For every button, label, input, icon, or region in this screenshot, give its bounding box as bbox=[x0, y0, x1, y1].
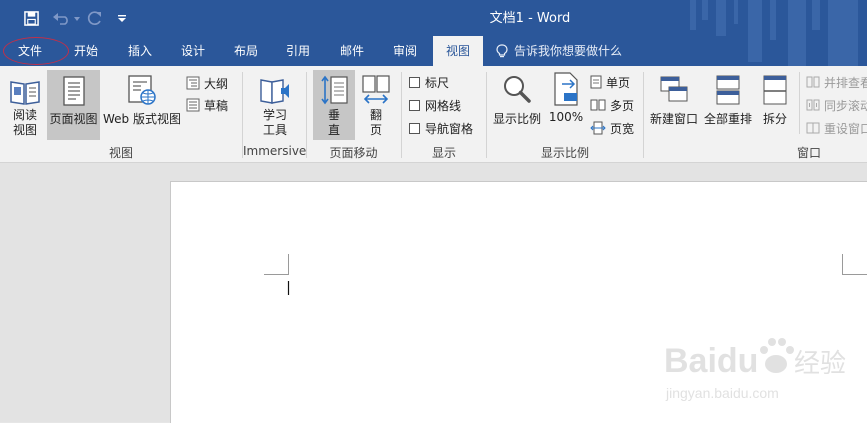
zoom-button[interactable]: 显示比例 bbox=[490, 70, 544, 127]
tab-home[interactable]: 开始 bbox=[64, 36, 108, 66]
vertical-label: 垂 直 bbox=[327, 108, 340, 137]
page-width-icon bbox=[590, 121, 606, 135]
side-to-side-label: 翻 页 bbox=[369, 108, 382, 137]
gridlines-checkbox[interactable]: 网格线 bbox=[409, 95, 461, 115]
sync-scroll-label: 同步滚动 bbox=[824, 98, 867, 113]
outline-button[interactable]: 大纲 bbox=[186, 73, 228, 93]
side-to-side-button[interactable]: 翻 页 bbox=[357, 70, 395, 138]
read-mode-label: 阅读 视图 bbox=[12, 108, 37, 137]
ruler-label: 标尺 bbox=[425, 75, 450, 90]
sync-scroll-button[interactable]: 同步滚动 bbox=[806, 95, 867, 115]
group-label-immersive: Immersive bbox=[243, 144, 307, 158]
draft-icon bbox=[186, 98, 200, 112]
tab-insert[interactable]: 插入 bbox=[118, 36, 162, 66]
vertical-button[interactable]: 垂 直 bbox=[313, 70, 355, 140]
tab-review[interactable]: 审阅 bbox=[383, 36, 427, 66]
arrange-all-label: 全部重排 bbox=[703, 112, 752, 126]
print-layout-button[interactable]: 页面视图 bbox=[47, 70, 100, 140]
document-page[interactable] bbox=[170, 181, 867, 423]
group-label-zoom: 显示比例 bbox=[540, 146, 589, 160]
tab-design[interactable]: 设计 bbox=[171, 36, 215, 66]
learning-tools-icon bbox=[260, 79, 289, 104]
zoom-100-button[interactable]: 100% bbox=[546, 70, 586, 125]
group-label-window: 窗口 bbox=[796, 146, 821, 160]
split-button[interactable]: 拆分 bbox=[758, 70, 792, 127]
vertical-scroll-icon bbox=[321, 75, 348, 105]
margin-corner-marker bbox=[842, 254, 867, 275]
learning-tools-button[interactable]: 学习 工具 bbox=[250, 70, 300, 138]
multiple-pages-label: 多页 bbox=[610, 98, 635, 113]
web-layout-label: Web 版式视图 bbox=[103, 112, 181, 126]
one-page-icon bbox=[590, 75, 602, 89]
tell-me-text: 告诉我你想要做什么 bbox=[514, 44, 623, 58]
zoom-100-icon bbox=[554, 72, 578, 106]
draft-button[interactable]: 草稿 bbox=[186, 95, 228, 115]
arrange-all-button[interactable]: 全部重排 bbox=[702, 70, 754, 127]
group-separator bbox=[799, 72, 800, 134]
outline-icon bbox=[186, 76, 200, 90]
read-mode-button[interactable]: 阅读 视图 bbox=[4, 70, 46, 138]
tell-me-box[interactable]: 告诉我你想要做什么 bbox=[496, 36, 622, 66]
nav-pane-checkbox[interactable]: 导航窗格 bbox=[409, 118, 473, 138]
read-mode-icon bbox=[10, 81, 40, 105]
ruler-checkbox[interactable]: 标尺 bbox=[409, 72, 449, 92]
one-page-label: 单页 bbox=[606, 75, 631, 90]
checkbox-box bbox=[409, 122, 420, 134]
side-to-side-icon bbox=[362, 75, 390, 104]
split-icon bbox=[763, 75, 787, 105]
one-page-button[interactable]: 单页 bbox=[590, 72, 630, 92]
new-window-button[interactable]: 新建窗口 bbox=[647, 70, 701, 127]
tab-layout[interactable]: 布局 bbox=[224, 36, 268, 66]
tab-mailings[interactable]: 邮件 bbox=[330, 36, 374, 66]
window-title: 文档1 - Word bbox=[489, 11, 571, 26]
web-layout-icon bbox=[128, 75, 156, 105]
page-width-label: 页宽 bbox=[610, 121, 635, 136]
page-width-button[interactable]: 页宽 bbox=[590, 118, 634, 138]
reset-position-icon bbox=[806, 122, 820, 134]
view-side-by-side-label: 并排查看 bbox=[824, 75, 867, 90]
zoom-label: 显示比例 bbox=[492, 112, 541, 126]
checkbox-box bbox=[409, 99, 420, 111]
tab-references[interactable]: 引用 bbox=[276, 36, 320, 66]
reset-window-position-button[interactable]: 重设窗口位置 bbox=[806, 118, 867, 138]
group-label-views: 视图 bbox=[108, 146, 133, 160]
multiple-pages-icon bbox=[590, 99, 606, 111]
checkbox-box bbox=[409, 76, 420, 88]
sync-scroll-icon bbox=[806, 99, 820, 111]
arrange-all-icon bbox=[716, 75, 740, 105]
view-side-by-side-button[interactable]: 并排查看 bbox=[806, 72, 867, 92]
tab-view[interactable]: 视图 bbox=[433, 36, 483, 66]
reset-window-position-label: 重设窗口位置 bbox=[824, 121, 867, 136]
new-window-label: 新建窗口 bbox=[649, 112, 698, 126]
group-label-show: 显示 bbox=[431, 146, 456, 160]
nav-pane-label: 导航窗格 bbox=[425, 121, 474, 136]
new-window-icon bbox=[660, 76, 688, 102]
zoom-100-label: 100% bbox=[548, 110, 584, 124]
lightbulb-icon bbox=[496, 44, 508, 58]
multiple-pages-button[interactable]: 多页 bbox=[590, 95, 634, 115]
group-label-page-movement: 页面移动 bbox=[329, 146, 378, 160]
side-by-side-icon bbox=[806, 76, 820, 88]
tab-file[interactable]: 文件 bbox=[6, 36, 54, 66]
split-label: 拆分 bbox=[762, 112, 787, 126]
print-layout-icon bbox=[62, 76, 85, 106]
magnifier-icon bbox=[504, 76, 531, 103]
margin-corner-marker bbox=[264, 254, 290, 295]
gridlines-label: 网格线 bbox=[425, 98, 462, 113]
draft-label: 草稿 bbox=[204, 98, 229, 113]
web-layout-button[interactable]: Web 版式视图 bbox=[101, 70, 183, 127]
learning-tools-label: 学习 工具 bbox=[262, 108, 287, 137]
print-layout-label: 页面视图 bbox=[49, 112, 98, 126]
outline-label: 大纲 bbox=[204, 76, 229, 91]
